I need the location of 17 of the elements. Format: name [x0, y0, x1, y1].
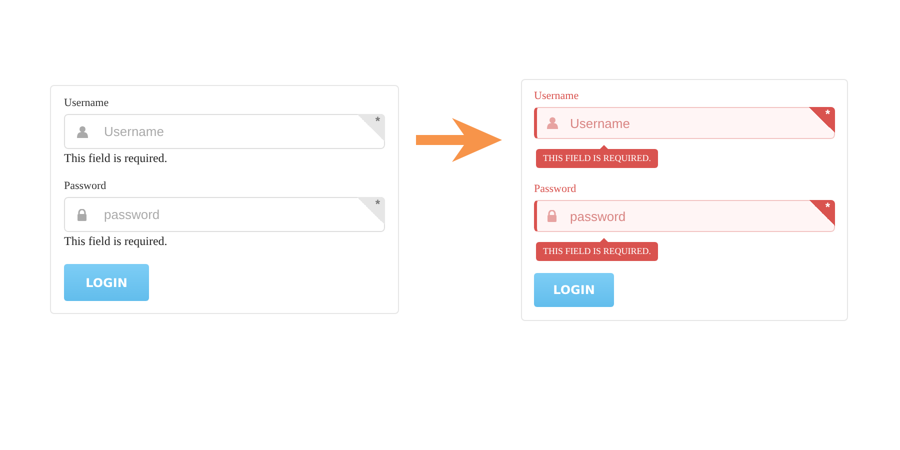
field-label: Username [64, 96, 109, 110]
login-button[interactable]: LOGIN [64, 264, 149, 301]
required-corner: * [357, 114, 385, 142]
field-label: Password [64, 179, 106, 193]
user-icon [547, 117, 558, 129]
user-icon [77, 126, 88, 138]
field-label: Username [534, 89, 579, 103]
login-button[interactable]: LOGIN [534, 273, 614, 307]
required-corner: * [809, 107, 835, 133]
required-corner: * [357, 197, 385, 225]
lock-icon [77, 208, 87, 220]
error-message: This field is required. [64, 151, 168, 165]
required-corner: * [809, 200, 835, 226]
field-label: Password [534, 182, 576, 196]
arrow-icon [416, 118, 502, 162]
error-message: This field is required. [64, 234, 168, 248]
lock-icon [547, 210, 557, 222]
